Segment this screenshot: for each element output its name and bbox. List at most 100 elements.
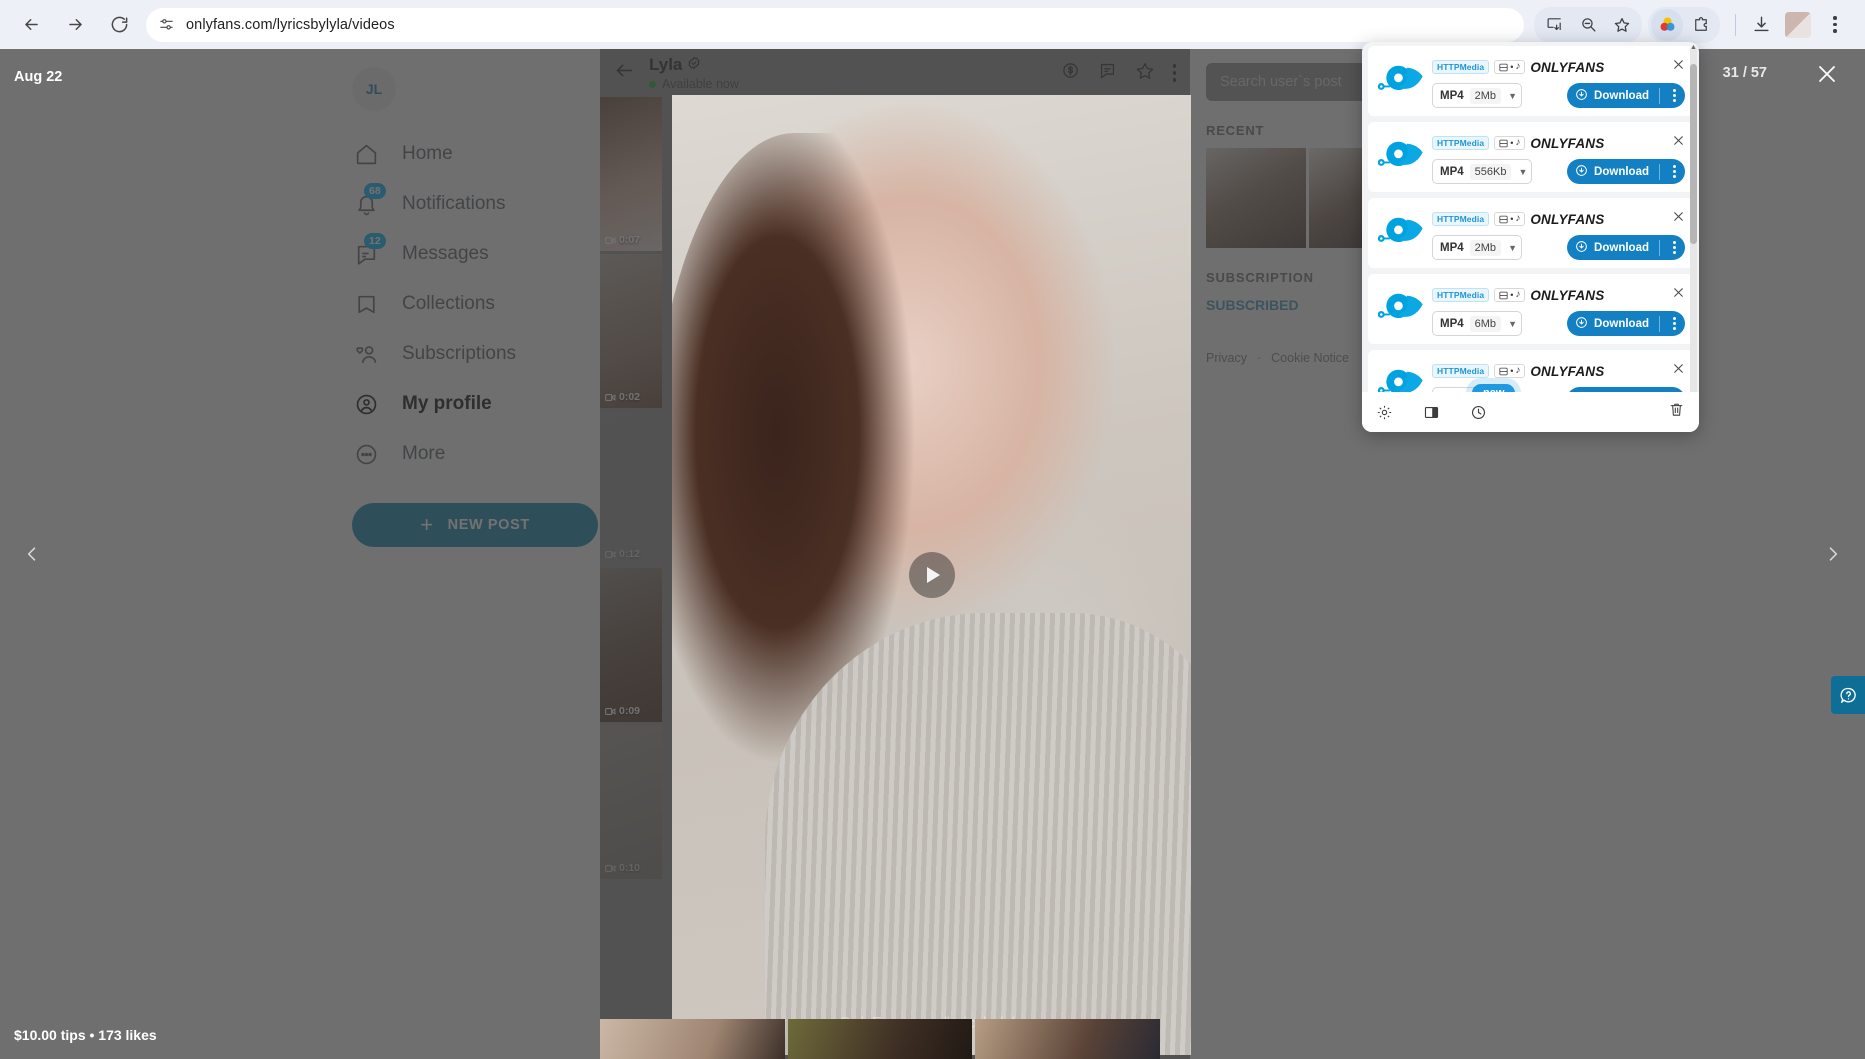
download-item-controls: MP4 2Mb ▼ Download — [1432, 235, 1685, 260]
video-audio-tag: • ♪ — [1494, 136, 1526, 150]
browser-toolbar-right — [1534, 6, 1851, 43]
download-options-icon[interactable] — [1666, 241, 1683, 254]
download-button[interactable]: Download — [1567, 311, 1685, 336]
download-circle-icon — [1575, 240, 1588, 256]
download-item-body: HTTPMedia • ♪ ONLYFANS MP4 — [1428, 358, 1685, 392]
three-dot-menu-icon[interactable] — [1819, 9, 1851, 41]
chevron-down-icon: ▼ — [1508, 318, 1517, 329]
format-select[interactable]: MP4 2Mb ▼ — [1432, 235, 1522, 260]
download-item-controls: MP4 2Mb ▼ Download — [1432, 83, 1685, 108]
chevron-left-icon[interactable] — [22, 544, 42, 569]
format-select[interactable]: MP4 556Kb ▼ — [1432, 159, 1533, 184]
download-label: Download — [1594, 241, 1649, 254]
back-arrow-icon[interactable] — [14, 8, 48, 42]
http-media-tag: HTTPMedia — [1432, 212, 1490, 226]
file-size-label: 556Kb — [1469, 163, 1512, 180]
filmstrip-item[interactable] — [787, 1019, 973, 1059]
download-button[interactable]: Download — [1567, 159, 1685, 184]
download-item: HTTPMedia • ♪ ONLYFANS MP4 — [1368, 274, 1693, 344]
download-item-meta: HTTPMedia • ♪ ONLYFANS — [1432, 282, 1685, 308]
scrollbar[interactable]: ▲ ▼ — [1690, 44, 1697, 392]
download-item-body: HTTPMedia • ♪ ONLYFANS MP4 — [1428, 206, 1685, 260]
format-label: MP4 — [1440, 165, 1464, 178]
scroll-up-arrow-icon[interactable]: ▲ — [1690, 44, 1697, 51]
filmstrip-item[interactable] — [600, 1019, 785, 1059]
http-media-tag: HTTPMedia — [1432, 136, 1490, 150]
install-app-icon[interactable] — [1538, 9, 1570, 41]
file-size-label: 6Mb — [1469, 315, 1502, 332]
source-site-label: ONLYFANS — [1530, 211, 1605, 227]
download-item: HTTPMedia • ♪ ONLYFANS MP4 — [1368, 46, 1693, 116]
format-select[interactable]: MP4 2Mb ▼ — [1432, 83, 1522, 108]
post-stats: $10.00 tips • 173 likes — [14, 1027, 157, 1043]
close-icon[interactable] — [1672, 58, 1685, 76]
download-item-meta: HTTPMedia • ♪ ONLYFANS — [1432, 206, 1685, 232]
video-audio-tag: • ♪ — [1494, 364, 1526, 378]
close-icon[interactable] — [1672, 134, 1685, 152]
onlyfans-logo-icon — [1372, 53, 1428, 109]
star-icon[interactable] — [1606, 9, 1638, 41]
toolbar-divider — [1735, 13, 1736, 36]
format-label: MP4 — [1440, 241, 1464, 254]
format-select[interactable]: MP4 6Mb ▼ — [1432, 311, 1522, 336]
trash-icon[interactable] — [1668, 401, 1685, 423]
download-options-icon[interactable] — [1666, 317, 1683, 330]
new-feature-badge: new — [1472, 384, 1516, 392]
settings-gear-icon[interactable] — [1376, 404, 1393, 421]
download-item: HTTPMedia • ♪ ONLYFANS MP4 — [1368, 122, 1693, 192]
download-button[interactable]: Download — [1567, 83, 1685, 108]
history-clock-icon[interactable] — [1470, 404, 1487, 421]
download-circle-icon — [1575, 164, 1588, 180]
address-bar-url: onlyfans.com/lyricsbylyla/videos — [186, 16, 395, 33]
scrollbar-thumb[interactable] — [1690, 64, 1697, 244]
chevron-down-icon: ▼ — [1518, 166, 1528, 177]
format-label: MP4 — [1440, 89, 1464, 102]
image-detail — [765, 613, 1191, 1055]
download-item-meta: HTTPMedia • ♪ ONLYFANS — [1432, 54, 1685, 80]
download-options-icon[interactable] — [1666, 89, 1683, 102]
profile-avatar-icon[interactable] — [1785, 11, 1811, 38]
site-settings-icon[interactable] — [152, 11, 180, 39]
reload-icon[interactable] — [102, 8, 136, 42]
forward-arrow-icon[interactable] — [58, 8, 92, 42]
downloads-icon[interactable] — [1745, 9, 1777, 41]
download-item-body: HTTPMedia • ♪ ONLYFANS MP4 — [1428, 54, 1685, 108]
close-icon[interactable] — [1672, 210, 1685, 228]
download-button[interactable]: Download — [1567, 235, 1685, 260]
play-icon[interactable] — [908, 552, 955, 598]
onlyfans-logo-icon — [1372, 129, 1428, 185]
source-site-label: ONLYFANS — [1530, 363, 1605, 379]
download-options-icon[interactable] — [1666, 165, 1683, 178]
sidebar-panel-icon[interactable] — [1423, 404, 1440, 421]
screen-root: onlyfans.com/lyricsbylyla/videos Aug 22 … — [0, 0, 1865, 1059]
close-icon[interactable] — [1815, 62, 1839, 91]
onlyfans-logo-icon — [1372, 205, 1428, 261]
button-divider — [1659, 239, 1660, 256]
close-icon[interactable] — [1672, 362, 1685, 380]
onlyfans-logo-icon — [1372, 357, 1428, 392]
address-bar[interactable]: onlyfans.com/lyricsbylyla/videos — [146, 7, 1524, 42]
help-icon[interactable] — [1831, 676, 1865, 714]
source-site-label: ONLYFANS — [1530, 135, 1605, 151]
browser-nav-buttons — [14, 8, 136, 42]
button-divider — [1659, 163, 1660, 180]
extensions-puzzle-icon[interactable] — [1685, 9, 1717, 41]
button-divider — [1659, 87, 1660, 104]
download-label: Download — [1594, 89, 1649, 102]
viewer-date-label: Aug 22 — [14, 69, 63, 85]
close-icon[interactable] — [1672, 286, 1685, 304]
video-stage[interactable]: OnlyFans.com/lyricsbylyla — [672, 95, 1191, 1055]
zoom-out-icon[interactable] — [1572, 9, 1604, 41]
chevron-right-icon[interactable] — [1823, 544, 1843, 569]
chevron-down-icon: ▼ — [1508, 90, 1517, 101]
extension-pill-group — [1648, 6, 1720, 43]
download-item-body: HTTPMedia • ♪ ONLYFANS MP4 — [1428, 130, 1685, 184]
http-media-tag: HTTPMedia — [1432, 364, 1490, 378]
downloader-extension-icon[interactable] — [1651, 8, 1683, 41]
download-items-list[interactable]: HTTPMedia • ♪ ONLYFANS MP4 2Mb ▼ Downloa… — [1362, 42, 1699, 392]
omnibox-action-group — [1534, 6, 1642, 43]
video-audio-tag: • ♪ — [1494, 60, 1526, 74]
onlyfans-logo-icon — [1372, 281, 1428, 337]
viewer-page-counter: 31 / 57 — [1722, 65, 1767, 81]
filmstrip-item[interactable] — [975, 1019, 1161, 1059]
